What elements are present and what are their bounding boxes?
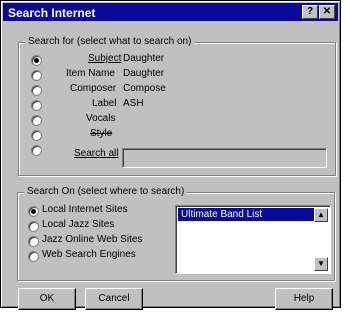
radio-local-internet-sites[interactable] xyxy=(28,206,39,217)
label-local-internet-sites: Local Internet Sites xyxy=(42,204,128,215)
radio-subject[interactable] xyxy=(31,55,42,66)
search-on-legend: Search On (select where to search) xyxy=(24,186,188,197)
title-bar[interactable]: Search Internet ? ✕ xyxy=(3,3,338,21)
help-title-button[interactable]: ? xyxy=(302,5,318,19)
label-web-search-engines: Web Search Engines xyxy=(42,249,136,260)
label-composer: Composer xyxy=(70,83,117,94)
radio-composer[interactable] xyxy=(31,85,42,96)
label-item-name: Item Name xyxy=(66,68,115,79)
label-style: Style xyxy=(90,128,113,139)
search-sites-listbox[interactable]: Ultimate Band List ▲ ▼ xyxy=(175,205,331,274)
radio-web-search-engines[interactable] xyxy=(28,251,39,262)
scroll-up-icon[interactable]: ▲ xyxy=(314,208,328,222)
radio-vocals[interactable] xyxy=(31,115,42,126)
search-all-input[interactable] xyxy=(122,148,327,168)
label-subject: Subject xyxy=(88,53,122,64)
window-title: Search Internet xyxy=(8,6,96,20)
ok-button[interactable]: OK xyxy=(18,288,76,310)
radio-jazz-online-web-sites[interactable] xyxy=(28,236,39,247)
close-button[interactable]: ✕ xyxy=(319,5,335,19)
radio-local-jazz-sites[interactable] xyxy=(28,221,39,232)
list-item-selected[interactable]: Ultimate Band List xyxy=(178,208,316,221)
help-button[interactable]: Help xyxy=(275,288,333,310)
radio-label[interactable] xyxy=(31,100,42,111)
value-item-name: Daughter xyxy=(123,68,165,79)
scroll-down-icon[interactable]: ▼ xyxy=(314,257,328,271)
value-composer: Compose xyxy=(123,83,166,94)
radio-item-name[interactable] xyxy=(31,70,42,81)
radio-style[interactable] xyxy=(31,130,42,141)
label-search-all: Search all xyxy=(74,148,119,159)
label-local-jazz-sites: Local Jazz Sites xyxy=(42,219,115,230)
value-label: ASH xyxy=(123,98,144,109)
radio-search-all[interactable] xyxy=(31,145,42,156)
label-vocals: Vocals xyxy=(86,113,116,124)
search-for-legend: Search for (select what to search on) xyxy=(25,36,195,47)
label-jazz-online-web-sites: Jazz Online Web Sites xyxy=(42,234,143,245)
cancel-button[interactable]: Cancel xyxy=(85,288,143,310)
value-subject: Daughter xyxy=(123,53,165,64)
label-label: Label xyxy=(92,98,117,109)
